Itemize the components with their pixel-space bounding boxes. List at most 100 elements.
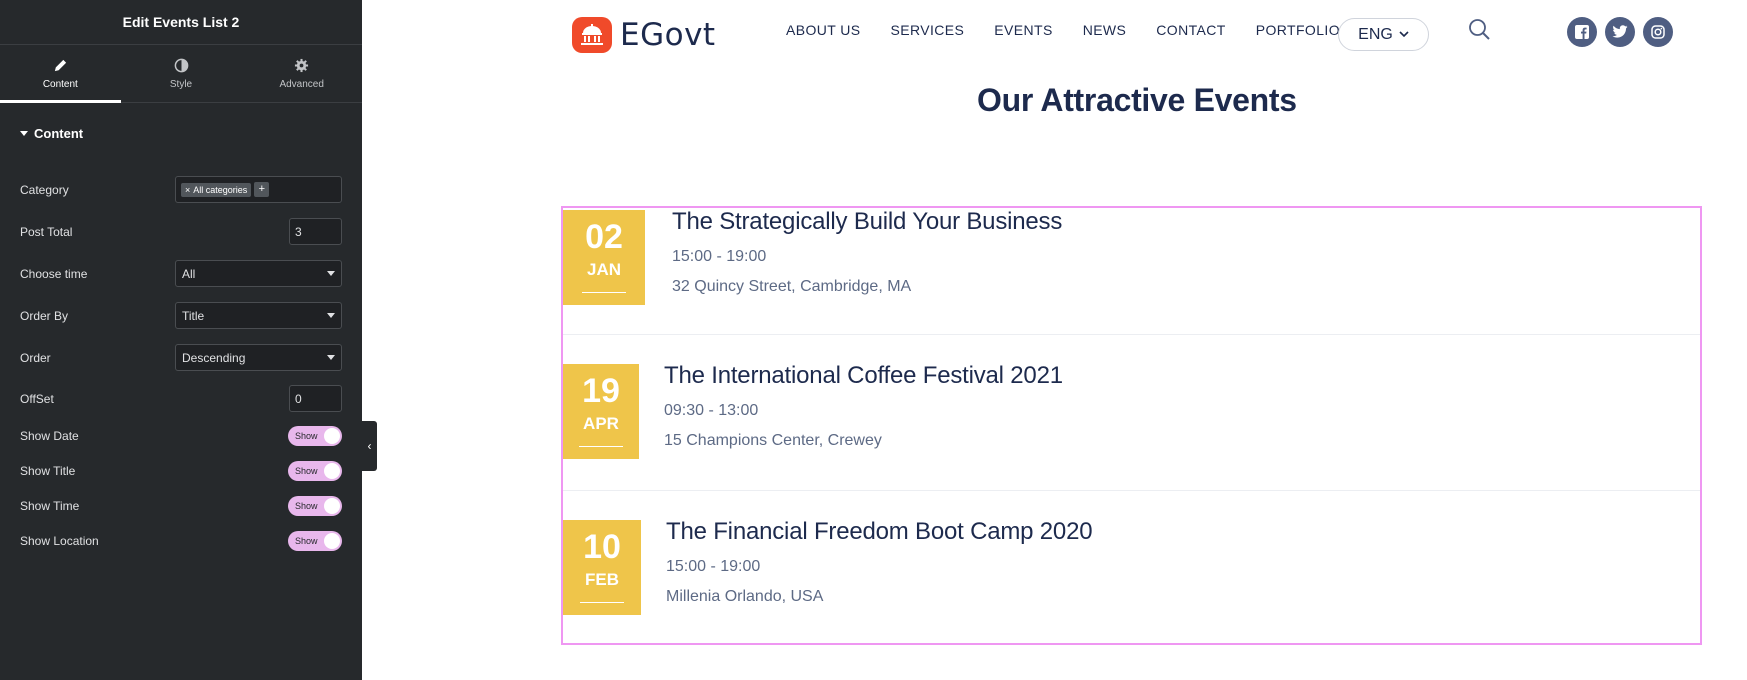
language-label: ENG (1358, 25, 1393, 43)
nav-item-news[interactable]: NEWS (1083, 22, 1127, 38)
control-order-by: Order By Title (20, 302, 342, 329)
instagram-icon[interactable] (1643, 17, 1673, 47)
event-month: JAN (586, 260, 621, 279)
event-month: FEB (585, 570, 619, 589)
show-date-label: Show Date (20, 429, 79, 443)
event-time: 15:00 - 19:00 (666, 558, 761, 575)
twitter-icon[interactable] (1605, 17, 1635, 47)
order-select[interactable]: Descending (175, 344, 342, 371)
collapse-panel-button[interactable]: ‹ (362, 421, 377, 471)
events-list-widget[interactable]: 02 JAN The Strategically Build Your Busi… (561, 206, 1702, 645)
panel-header: Edit Events List 2 (0, 0, 362, 45)
switch-label: Show (295, 466, 318, 476)
nav-item-contact[interactable]: CONTACT (1156, 22, 1225, 38)
site-logo[interactable]: EGovt (572, 17, 716, 53)
event-title[interactable]: The Financial Freedom Boot Camp 2020 (666, 518, 1093, 546)
control-show-date: Show Date Show (20, 426, 342, 446)
category-label: Category (20, 182, 69, 197)
order-by-select[interactable]: Title (175, 302, 342, 329)
caret-down-icon (20, 130, 28, 136)
post-total-label: Post Total (20, 224, 73, 239)
switch-knob (324, 463, 340, 479)
event-date-badge: 02 JAN (563, 210, 645, 305)
choose-time-label: Choose time (20, 266, 88, 281)
event-day: 10 (583, 528, 621, 566)
event-location: 15 Champions Center, Crewey (664, 432, 882, 449)
editor-panel: Edit Events List 2 Content Style Advance… (0, 0, 362, 680)
nav-item-about-us[interactable]: ABOUT US (786, 22, 861, 38)
event-date-badge: 19 APR (563, 364, 639, 459)
event-location: 32 Quincy Street, Cambridge, MA (672, 278, 912, 295)
show-location-label: Show Location (20, 534, 99, 548)
panel-title: Edit Events List 2 (122, 14, 240, 30)
site-header: EGovt ABOUT US SERVICES EVENTS NEWS CONT… (572, 14, 1682, 56)
date-divider (582, 292, 626, 293)
control-show-time: Show Time Show (20, 496, 342, 516)
chevron-left-icon: ‹ (367, 439, 372, 453)
show-date-toggle[interactable]: Show (288, 426, 342, 446)
section-toggle-content[interactable]: Content (0, 103, 362, 163)
choose-time-select[interactable]: All (175, 260, 342, 287)
show-time-toggle[interactable]: Show (288, 496, 342, 516)
language-selector[interactable]: ENG (1338, 18, 1429, 51)
show-title-label: Show Title (20, 464, 76, 478)
date-divider (579, 446, 623, 447)
date-divider (580, 602, 624, 603)
event-item[interactable]: 10 FEB The Financial Freedom Boot Camp 2… (563, 518, 1700, 675)
tab-style-label: Style (169, 78, 193, 90)
switch-knob (324, 428, 340, 444)
event-title[interactable]: The Strategically Build Your Business (672, 208, 1062, 236)
facebook-icon[interactable] (1567, 17, 1597, 47)
show-title-toggle[interactable]: Show (288, 461, 342, 481)
control-category: Category × All categories + (20, 176, 342, 203)
dropdown-caret-icon (327, 355, 335, 360)
event-day: 02 (585, 218, 623, 256)
control-post-total: Post Total 3 (20, 218, 342, 245)
control-choose-time: Choose time All (20, 260, 342, 287)
order-by-value: Title (182, 308, 205, 323)
event-day: 19 (582, 372, 620, 410)
event-time: 09:30 - 13:00 (664, 402, 759, 419)
tab-style[interactable]: Style (121, 45, 242, 102)
category-chip[interactable]: × All categories (181, 182, 252, 197)
control-order: Order Descending (20, 344, 342, 371)
nav-item-events[interactable]: EVENTS (994, 22, 1052, 38)
event-divider (563, 334, 1700, 335)
half-circle-icon (174, 58, 188, 72)
tab-advanced-label: Advanced (279, 78, 324, 90)
event-month: APR (583, 414, 619, 433)
offset-input[interactable]: 0 (289, 385, 342, 412)
show-location-toggle[interactable]: Show (288, 531, 342, 551)
pencil-icon (54, 59, 66, 71)
dropdown-caret-icon (327, 313, 335, 318)
panel-tabs: Content Style Advanced (0, 45, 362, 103)
section-label: Content (34, 125, 84, 141)
switch-knob (324, 533, 340, 549)
category-select[interactable]: × All categories + (175, 176, 342, 203)
capitol-icon (572, 17, 612, 53)
switch-label: Show (295, 501, 318, 511)
nav-item-services[interactable]: SERVICES (891, 22, 965, 38)
search-icon[interactable] (1467, 17, 1493, 43)
event-location: Millenia Orlando, USA (666, 588, 824, 605)
nav-item-portfolio[interactable]: PORTFOLIO (1256, 22, 1340, 38)
tab-content[interactable]: Content (0, 45, 121, 103)
event-item[interactable]: 02 JAN The Strategically Build Your Busi… (563, 208, 1700, 363)
offset-label: OffSet (20, 391, 54, 406)
switch-label: Show (295, 536, 318, 546)
event-date-badge: 10 FEB (563, 520, 641, 615)
event-title[interactable]: The International Coffee Festival 2021 (664, 362, 1063, 390)
event-time: 15:00 - 19:00 (672, 248, 767, 265)
add-category-button[interactable]: + (254, 182, 270, 197)
switch-label: Show (295, 431, 318, 441)
chip-remove-icon[interactable]: × (185, 185, 190, 195)
order-value: Descending (182, 350, 246, 365)
chevron-down-icon (1399, 31, 1409, 38)
choose-time-value: All (182, 266, 196, 281)
order-label: Order (20, 350, 51, 365)
order-by-label: Order By (20, 308, 69, 323)
post-total-input[interactable]: 3 (289, 218, 342, 245)
control-offset: OffSet 0 (20, 385, 342, 412)
event-item[interactable]: 19 APR The International Coffee Festival… (563, 362, 1700, 519)
tab-advanced[interactable]: Advanced (241, 45, 362, 102)
